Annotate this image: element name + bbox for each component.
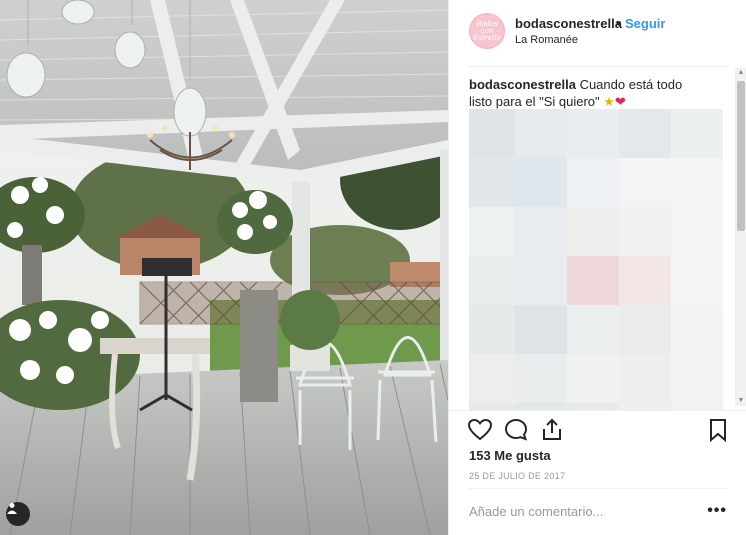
comment-input[interactable] [469, 504, 689, 519]
speech-bubble-icon[interactable] [503, 417, 529, 443]
follow-button[interactable]: Seguir [625, 16, 665, 31]
action-bar [449, 410, 746, 450]
post-date: 25 DE JULIO DE 2017 [469, 471, 566, 481]
scroll-thumb[interactable] [737, 81, 745, 231]
like-count[interactable]: 153 Me gusta [469, 448, 551, 463]
location-link[interactable]: La Romanée [515, 34, 578, 46]
caption-username[interactable]: bodasconestrella [469, 77, 576, 92]
comment-form: ••• [469, 488, 727, 535]
scroll-down-arrow-icon[interactable]: ▼ [737, 397, 745, 405]
header-username[interactable]: bodasconestrella [515, 16, 622, 31]
blurred-comments [469, 109, 729, 410]
caption: bodasconestrella Cuando está todo listo … [469, 76, 701, 110]
scroll-up-arrow-icon[interactable]: ▲ [737, 69, 745, 77]
heart-emoji-icon: ❤ [614, 94, 626, 109]
heart-outline-icon[interactable] [467, 417, 493, 443]
divider [469, 66, 727, 67]
comments-scrollbar[interactable]: ▲ ▼ [735, 68, 746, 406]
user-tag-button[interactable] [6, 502, 30, 526]
avatar[interactable]: Bodas con Estrella [469, 13, 505, 49]
separator-dot: • [616, 16, 621, 31]
bookmark-icon[interactable] [705, 417, 731, 443]
post-photo[interactable] [0, 0, 448, 535]
post-header: Bodas con Estrella bodasconestrella • Se… [449, 0, 746, 66]
share-arrow-icon[interactable] [539, 417, 565, 443]
avatar-logo-text: Bodas con Estrella [473, 19, 501, 42]
comments-area[interactable]: bodasconestrella Cuando está todo listo … [469, 76, 733, 410]
person-icon [7, 503, 17, 514]
post-side-panel: Bodas con Estrella bodasconestrella • Se… [448, 0, 746, 535]
star-emoji-icon: ★ [603, 94, 615, 109]
gazebo-wedding-scene [0, 0, 448, 535]
more-options-icon[interactable]: ••• [707, 502, 727, 520]
